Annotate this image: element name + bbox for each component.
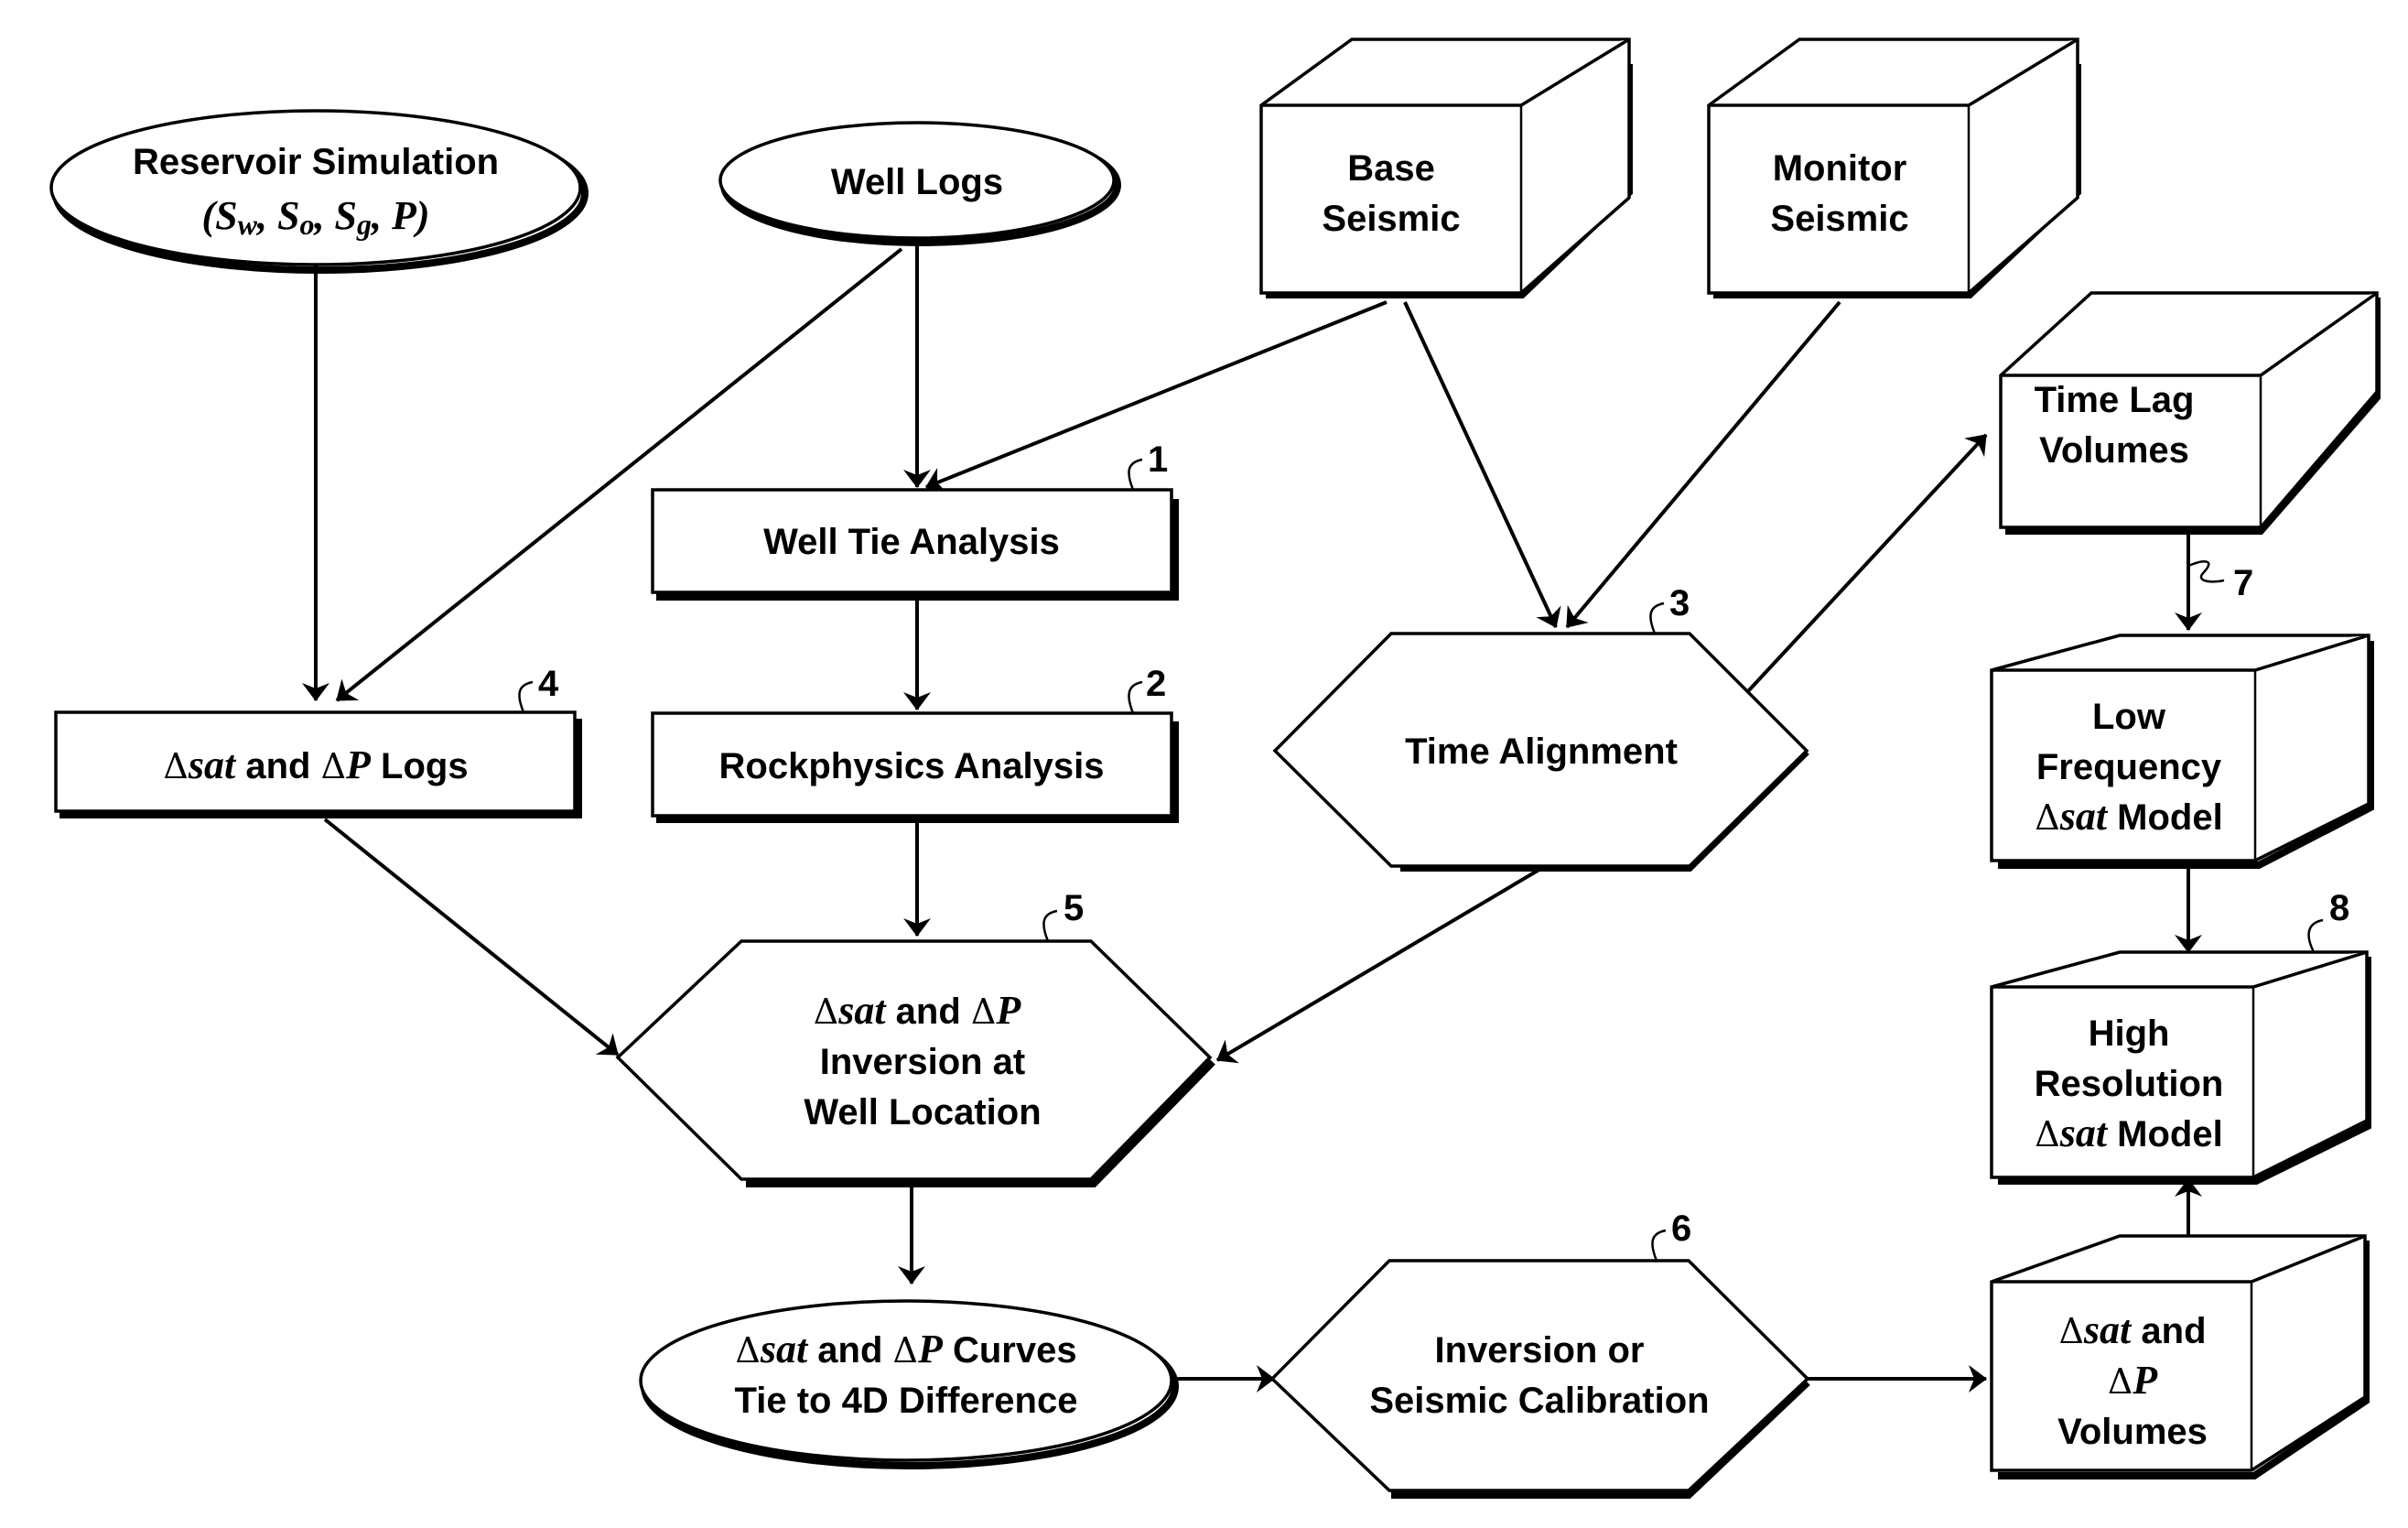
inversion-line1: Δsat and ΔP	[814, 988, 1022, 1033]
edge-welllogs-to-logs	[335, 247, 903, 702]
time-lag-line2: Volumes	[2039, 430, 2189, 471]
node-inversion-calibration[interactable]: Inversion or Seismic Calibration 6	[1269, 1208, 1810, 1499]
node-sat-p-volumes[interactable]: Δsat and ΔP Volumes	[1990, 1234, 2370, 1479]
volumes-line1: Δsat and	[2058, 1307, 2206, 1352]
inversion-line3: Well Location	[804, 1092, 1041, 1132]
monitor-seismic-line1: Monitor	[1773, 148, 1907, 189]
base-seismic-line2: Seismic	[1322, 199, 1460, 239]
edge-timealign-to-timelag	[1746, 433, 1988, 693]
node-well-logs[interactable]: Well Logs	[718, 121, 1121, 246]
inversion-line2: Inversion at	[820, 1042, 1026, 1082]
high-res-line2: Resolution	[2035, 1064, 2224, 1104]
low-freq-line1: Low	[2092, 697, 2166, 737]
flowchart-canvas: Reservoir Simulation (Sw, So, Sg, P) Wel…	[49, 38, 2381, 1499]
reservoir-simulation-variables: (Sw, So, Sg, P)	[202, 193, 430, 241]
well-tie-label: Well Tie Analysis	[763, 522, 1060, 562]
high-res-line1: High	[2089, 1013, 2170, 1054]
curves-tie-line2: Tie to 4D Difference	[735, 1381, 1078, 1421]
time-alignment-label: Time Alignment	[1405, 731, 1678, 772]
ref-number-5: 5	[1064, 888, 1084, 928]
volumes-line2: ΔP	[2108, 1358, 2158, 1403]
ref-number-4: 4	[538, 664, 559, 704]
node-monitor-seismic[interactable]: Monitor Seismic	[1707, 38, 2081, 298]
node-time-alignment[interactable]: Time Alignment 3	[1272, 583, 1809, 872]
node-rockphysics-analysis[interactable]: Rockphysics Analysis 2	[651, 664, 1179, 823]
node-base-seismic[interactable]: Base Seismic	[1259, 38, 1633, 298]
sat-p-logs-label: Δsat and ΔP Logs	[163, 742, 468, 787]
ref-number-1: 1	[1148, 439, 1168, 480]
low-freq-line2: Frequency	[2036, 747, 2222, 787]
edges	[302, 240, 2202, 1393]
edge-monitor-to-timealign	[1565, 300, 1841, 629]
volumes-line3: Volumes	[2057, 1412, 2208, 1452]
calibration-line2: Seismic Calibration	[1369, 1381, 1709, 1421]
ref-number-7: 7	[2233, 563, 2253, 603]
well-logs-label: Well Logs	[831, 162, 1003, 202]
calibration-line1: Inversion or	[1435, 1330, 1645, 1371]
ref-number-3: 3	[1669, 583, 1690, 623]
ref-number-2: 2	[1146, 664, 1166, 704]
reservoir-simulation-label: Reservoir Simulation	[133, 142, 499, 182]
curves-tie-line1: Δsat and ΔP Curves	[735, 1327, 1076, 1371]
node-low-frequency-model[interactable]: Low Frequency Δsat Model 7	[1990, 560, 2374, 869]
high-res-line3: Δsat Model	[2035, 1111, 2222, 1155]
node-curves-tie[interactable]: Δsat and ΔP Curves Tie to 4D Difference	[639, 1299, 1179, 1469]
node-reservoir-simulation[interactable]: Reservoir Simulation (Sw, So, Sg, P)	[49, 109, 589, 274]
ref-number-8: 8	[2329, 888, 2349, 928]
edge-base-to-timealign	[1403, 301, 1561, 628]
node-well-tie-analysis[interactable]: Well Tie Analysis 1	[651, 439, 1179, 601]
time-lag-line1: Time Lag	[2035, 380, 2195, 420]
rockphysics-label: Rockphysics Analysis	[719, 746, 1105, 786]
monitor-seismic-line2: Seismic	[1770, 199, 1908, 239]
base-seismic-line1: Base	[1347, 148, 1435, 189]
low-freq-line3: Δsat Model	[2035, 794, 2222, 839]
edge-timealign-to-inversion	[1215, 866, 1544, 1064]
ref-number-6: 6	[1671, 1208, 1691, 1249]
edge-logs-to-inversion	[323, 818, 620, 1057]
node-time-lag-volumes[interactable]: Time Lag Volumes	[1999, 291, 2381, 535]
node-high-resolution-model[interactable]: High Resolution Δsat Model 8	[1990, 888, 2371, 1185]
